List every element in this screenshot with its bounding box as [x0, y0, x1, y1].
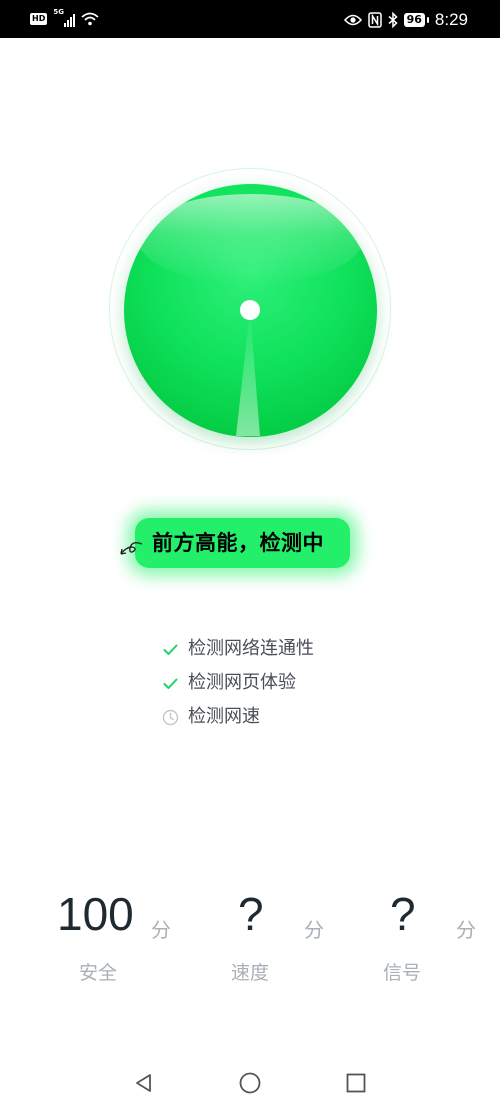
checklist-item-label: 检测网络连通性	[188, 638, 314, 659]
home-icon[interactable]	[239, 1072, 261, 1094]
signal-icon: 5G	[53, 8, 76, 27]
radar-center-dot	[240, 300, 260, 320]
clock: 8:29	[434, 10, 468, 29]
signal-score-label: 信号	[383, 962, 422, 984]
curly-arrow-icon	[120, 541, 143, 555]
check-icon	[163, 678, 178, 689]
bluetooth-icon	[388, 12, 398, 28]
back-icon[interactable]	[133, 1072, 155, 1094]
security-score-unit: 分	[151, 918, 171, 942]
nfc-icon	[367, 12, 382, 28]
signal-score-unit: 分	[456, 918, 476, 942]
speed-score-label: 速度	[231, 962, 270, 984]
status-bar: HD 5G 96 8:29	[0, 0, 500, 38]
battery-icon: 96	[403, 13, 430, 27]
eye-icon	[343, 14, 362, 26]
navigation-bar	[0, 1060, 500, 1102]
speed-score-unit: 分	[304, 918, 324, 942]
status-banner-text: 前方高能，检测中	[152, 531, 324, 555]
checklist-item-label: 检测网页体验	[188, 672, 296, 693]
signal-score-value: ?	[390, 888, 416, 940]
network-type-label: 5G	[53, 8, 64, 16]
security-score-value: 100	[57, 888, 134, 940]
speed-score-value: ?	[238, 888, 264, 940]
recents-icon[interactable]	[345, 1072, 367, 1094]
wifi-icon	[81, 12, 99, 26]
clock-icon	[162, 709, 179, 726]
status-left: HD 5G	[30, 8, 99, 27]
hd-icon: HD	[30, 13, 48, 25]
status-right: 96 8:29	[343, 10, 468, 30]
security-score-label: 安全	[79, 962, 118, 984]
checklist-item-label: 检测网速	[188, 706, 260, 727]
check-icon	[163, 644, 178, 655]
